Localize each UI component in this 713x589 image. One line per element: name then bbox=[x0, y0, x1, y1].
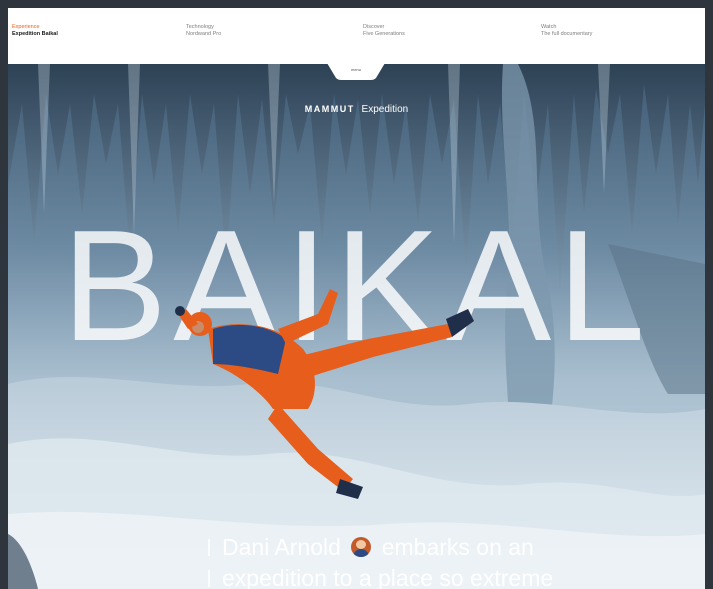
nav-kicker: Experience bbox=[12, 24, 40, 30]
webpage-screen: Experience Expedition Baikal Technology … bbox=[8, 8, 705, 589]
menu-tab-label: menu bbox=[350, 67, 361, 72]
nav-kicker: Discover bbox=[363, 24, 385, 30]
intro-text: Dani Arnold embarks on an expedition to … bbox=[208, 532, 688, 589]
intro-name: Dani Arnold bbox=[222, 534, 341, 560]
person-avatar-icon bbox=[351, 537, 372, 557]
nav-kicker: Watch bbox=[541, 24, 557, 30]
hero-section: MAMMUT Expedition BAIKAL Dani Arnold emb… bbox=[8, 64, 705, 589]
nav-title: Five Generations bbox=[363, 31, 405, 37]
nav-item-discover[interactable]: Discover Five Generations bbox=[363, 24, 405, 38]
nav-item-technology[interactable]: Technology Nordwand Pro bbox=[186, 24, 221, 38]
top-navigation: Experience Expedition Baikal Technology … bbox=[8, 8, 705, 64]
intro-line-2: expedition to a place so extreme bbox=[208, 563, 688, 589]
intro-line-1-rest: embarks on an bbox=[381, 534, 534, 560]
nav-title: Nordwand Pro bbox=[186, 31, 222, 37]
menu-tab[interactable]: menu bbox=[324, 58, 388, 80]
nav-title: Expedition Baikal bbox=[12, 31, 58, 37]
brand-subtitle: Expedition bbox=[361, 104, 409, 115]
intro-line-1: Dani Arnold embarks on an bbox=[208, 532, 688, 563]
climber-figure bbox=[175, 289, 474, 499]
brand-header: MAMMUT Expedition bbox=[8, 104, 705, 115]
device-frame: Experience Expedition Baikal Technology … bbox=[0, 0, 713, 589]
nav-item-watch[interactable]: Watch The full documentary bbox=[541, 24, 592, 38]
nav-item-experience[interactable]: Experience Expedition Baikal bbox=[12, 24, 58, 38]
mammut-logo[interactable]: MAMMUT bbox=[305, 104, 355, 114]
nav-kicker: Technology bbox=[186, 24, 214, 30]
nav-title: The full documentary bbox=[541, 31, 593, 37]
